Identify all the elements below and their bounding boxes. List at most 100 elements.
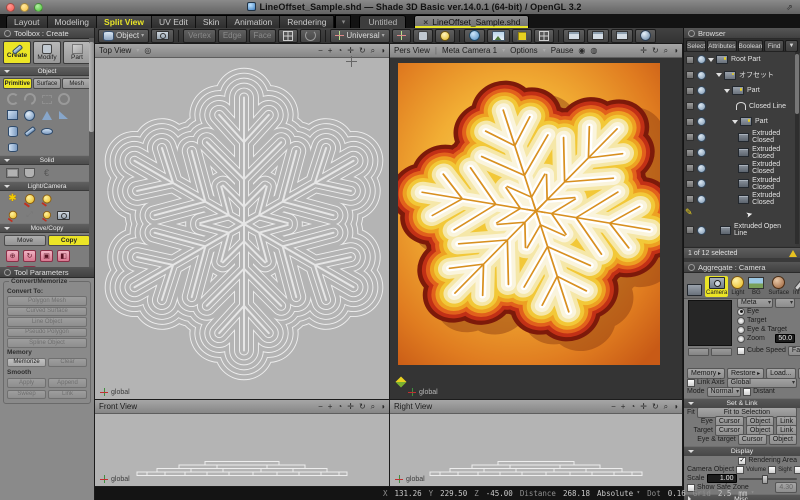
tree-row[interactable]: Closed Line [684,99,796,115]
expand-icon[interactable] [732,120,738,124]
target-icon[interactable]: ◎ [144,47,151,55]
expand-icon[interactable] [724,89,730,93]
convert-polygon-mesh-button[interactable]: Polygon Mesh [7,296,87,306]
zoom-window-icon[interactable] [34,3,43,12]
circle-tool-icon[interactable] [57,94,70,104]
boolean-cup-icon[interactable] [23,168,36,178]
zoom-in-icon[interactable]: + [328,403,333,411]
render-flag-icon[interactable] [697,71,706,80]
doc-tab-untitled[interactable]: Untitled [359,15,406,28]
cube-tool-icon[interactable] [6,110,19,120]
viewport-label[interactable]: Right View [394,402,432,411]
camera-selector[interactable]: Meta Camera 1 [442,46,497,55]
tree-item-label[interactable]: Closed Line [749,103,786,110]
magnify-icon[interactable]: ⌕ [371,403,375,411]
eye-target-radio[interactable] [737,326,745,334]
safe-zone-value[interactable]: 4.30 [775,482,797,493]
tab-surface[interactable]: Surface [33,78,62,89]
display-mode-icon[interactable]: ◑ [673,47,678,55]
tree-row[interactable]: Extruded Closed [684,130,796,146]
visibility-toggle-icon[interactable] [686,133,694,141]
edge-mode-button[interactable]: Edge [218,29,247,43]
flood-light-icon[interactable] [40,210,53,220]
vertex-mode-button[interactable]: Vertex [183,29,216,43]
visibility-toggle-icon[interactable] [686,71,694,79]
orbit-icon[interactable]: ↻ [359,47,366,55]
display-mode-icon[interactable]: ◑ [380,47,385,55]
world-view-button[interactable] [464,29,485,43]
display-section[interactable]: Display [684,446,800,456]
light-tool-button[interactable] [435,29,455,43]
section-lightcamera[interactable]: Light/Camera [0,181,94,191]
unit-dropdown[interactable]: mm [738,489,754,498]
collapse-icon[interactable] [4,269,11,276]
pan-icon[interactable]: ✛ [640,47,647,55]
zoom-in-icon[interactable]: + [621,403,626,411]
convert-spline-object-button[interactable]: Spline Object [7,338,87,348]
grid-snap-button[interactable] [512,29,532,43]
tab-primitive[interactable]: Primitive [3,78,32,89]
append-button[interactable]: Append [48,378,87,388]
pan-tool-button[interactable] [413,29,433,43]
tool-parameters-header[interactable]: Tool Parameters [0,267,94,278]
memorize-button[interactable]: Memorize [7,358,46,368]
render-toggle-icon[interactable]: ◉ [578,47,585,55]
section-movecopy[interactable]: Move/Copy [0,223,94,233]
shading-toggle-icon[interactable]: ◍ [590,47,597,55]
eye-radio[interactable] [737,308,745,316]
spot-light-icon[interactable] [23,194,36,204]
coordinate-space-tag[interactable]: global [395,475,425,483]
direction-icon[interactable]: ⤢ [23,210,36,220]
collapse-icon[interactable] [688,264,695,271]
arc2-tool-icon[interactable] [23,94,36,104]
visibility-toggle-icon[interactable] [686,195,694,203]
visibility-toggle-icon[interactable] [686,180,694,188]
convert-pseudo-polygon-button[interactable]: Pseudo Polygon [7,328,87,338]
toolbox-tab-part[interactable]: Part [63,41,91,64]
front-viewport[interactable]: Front View − + ◔ ✛ ↻ ⌕ ◑ global [95,400,390,487]
area-light-icon[interactable] [6,210,19,220]
cube-speed-dropdown[interactable]: Fa [788,346,800,356]
tab-layout[interactable]: Layout [7,16,48,28]
viewport-label[interactable]: Front View [99,402,137,411]
cone-tool-icon[interactable] [40,110,53,120]
perspective-viewport[interactable]: Pers View | Meta Camera 1▾ Options▾ Paus… [390,44,683,400]
close-window-icon[interactable] [6,3,15,12]
target-radio[interactable] [737,317,745,325]
viewport-label[interactable]: Top View [99,46,131,55]
view-options-icon[interactable]: ◔ [337,403,342,411]
tree-item-label[interactable]: オフセット [739,70,774,80]
magnify-icon[interactable]: ⌕ [664,47,668,55]
render-flag-icon[interactable] [697,86,706,95]
browser-scrollbar[interactable] [795,52,799,244]
sweep-button[interactable]: Sweep [7,390,46,400]
display-mode-icon[interactable]: ◑ [380,403,385,411]
visibility-toggle-icon[interactable] [686,164,694,172]
mirror-icon[interactable]: ◧ [57,251,70,261]
tab-split-view[interactable]: Split View [97,16,152,28]
point-light-icon[interactable]: ✱ [6,194,19,204]
manipulator-crosshair-icon[interactable] [346,56,357,67]
render-flag-icon[interactable] [697,102,706,111]
tree-item-label[interactable]: Extruded Closed [752,192,796,206]
render-flag-icon[interactable] [697,133,706,142]
layout-single-button[interactable] [563,29,585,43]
coord-mode-dropdown[interactable]: Absolute [597,489,640,498]
render-flag-icon[interactable] [697,55,706,64]
tree-row[interactable]: Extruded Closed [684,145,796,161]
zoom-radio[interactable] [737,335,745,343]
move-button[interactable]: Move [4,235,46,246]
rotate-tool-button[interactable] [300,29,321,43]
render-flag-icon[interactable] [697,179,706,188]
wedge-tool-icon[interactable] [57,110,70,120]
layout-quad-button[interactable] [611,29,633,43]
rotate-copy-icon[interactable]: ↻ [23,251,36,261]
orbit-icon[interactable]: ↻ [652,47,659,55]
boolean-book-icon[interactable] [6,168,19,178]
mode-dropdown[interactable]: Normal [707,387,742,397]
aggregate-tab-surface[interactable]: Surface [767,275,790,297]
zoom-out-icon[interactable]: − [611,403,616,411]
toolbox-header[interactable]: Toolbox : Create [0,28,94,39]
tab-skin[interactable]: Skin [196,16,228,28]
zoom-out-icon[interactable]: − [318,47,323,55]
